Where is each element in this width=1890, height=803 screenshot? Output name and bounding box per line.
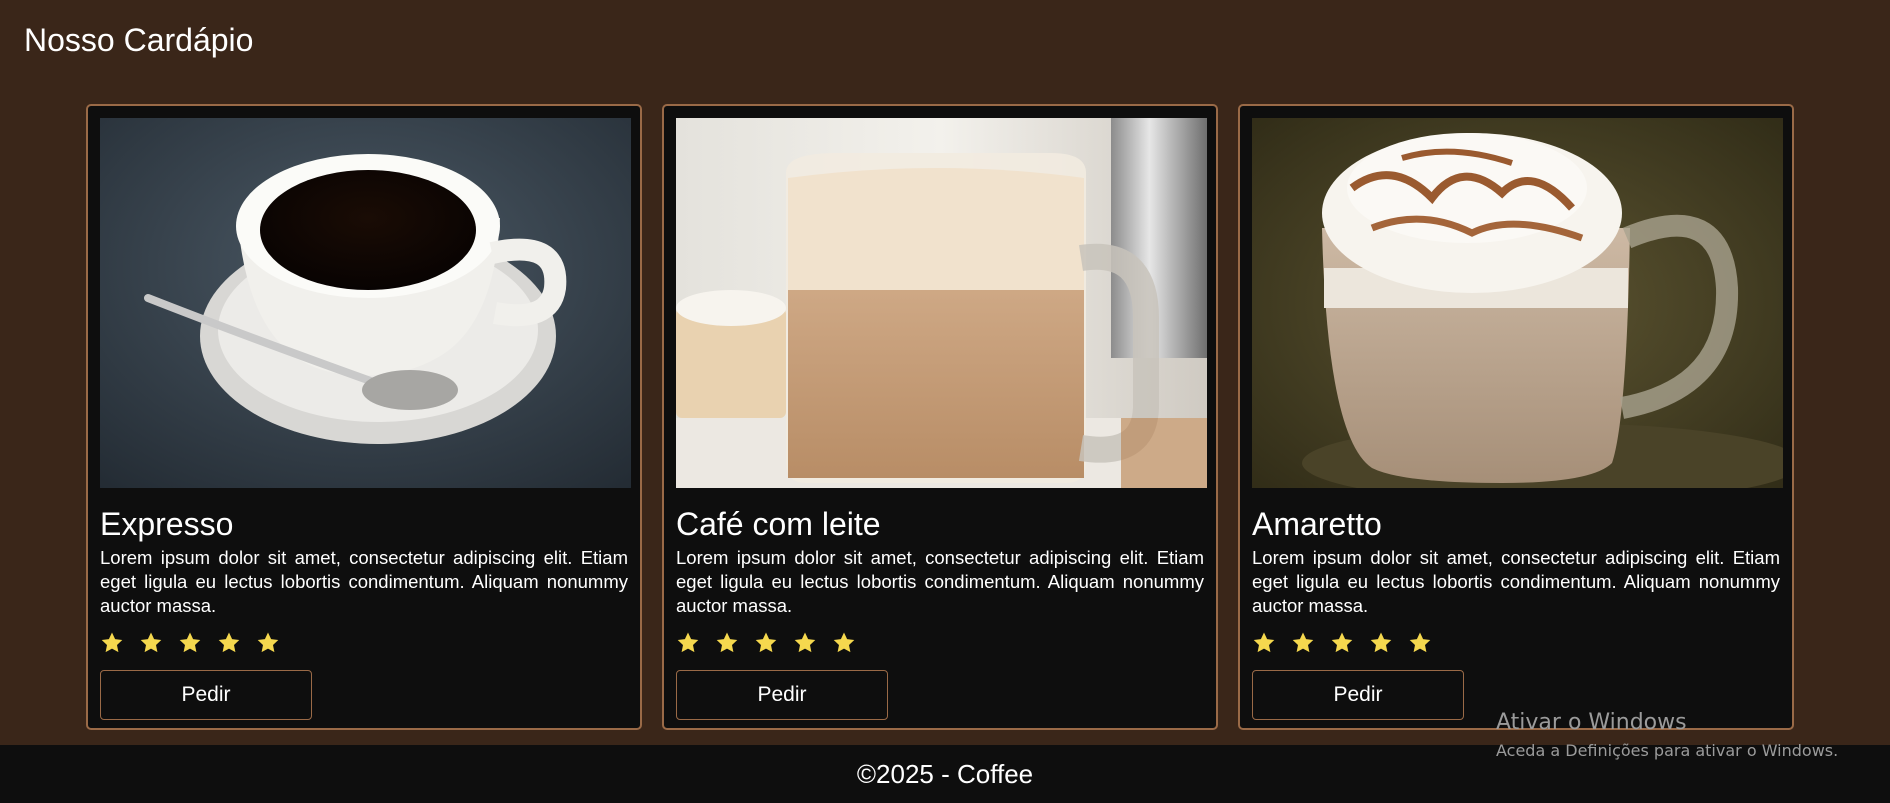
star-icon (833, 632, 855, 653)
menu-card-amaretto: Amaretto Lorem ipsum dolor sit amet, con… (1238, 104, 1794, 730)
star-icon (1409, 632, 1431, 653)
star-icon (716, 632, 738, 653)
footer-copyright: ©2025 - Coffee (856, 758, 1034, 789)
menu-card-expresso: Expresso Lorem ipsum dolor sit amet, con… (86, 104, 642, 730)
card-title: Expresso (100, 506, 234, 542)
star-icon (1331, 632, 1353, 653)
menu-cards: Expresso Lorem ipsum dolor sit amet, con… (86, 104, 1794, 730)
star-rating (100, 631, 628, 656)
star-icon (1253, 632, 1275, 653)
menu-card-cafe-com-leite: Café com leite Lorem ipsum dolor sit ame… (662, 104, 1218, 730)
watermark-subtitle: Aceda a Definições para ativar o Windows… (1496, 741, 1839, 760)
card-description: Lorem ipsum dolor sit amet, consectetur … (100, 547, 628, 616)
espresso-cup-photo (100, 118, 631, 488)
page-title: Nosso Cardápio (24, 22, 254, 58)
order-button[interactable]: Pedir (100, 670, 312, 720)
order-button[interactable]: Pedir (676, 670, 888, 720)
card-title: Café com leite (676, 506, 881, 542)
star-icon (140, 632, 162, 653)
windows-activation-watermark: Ativar o Windows Aceda a Definições para… (1496, 710, 1838, 760)
star-icon (101, 632, 123, 653)
amaretto-mug-photo (1252, 118, 1783, 488)
star-icon (257, 632, 279, 653)
star-icon (218, 632, 240, 653)
star-rating (1252, 631, 1780, 656)
watermark-title: Ativar o Windows (1496, 710, 1687, 735)
order-button[interactable]: Pedir (1252, 670, 1464, 720)
star-rating (676, 631, 1204, 656)
card-title: Amaretto (1252, 506, 1382, 542)
star-icon (1292, 632, 1314, 653)
latte-mug-photo (676, 118, 1207, 488)
card-description: Lorem ipsum dolor sit amet, consectetur … (676, 547, 1204, 616)
star-icon (1370, 632, 1392, 653)
star-icon (677, 632, 699, 653)
star-icon (179, 632, 201, 653)
star-icon (755, 632, 777, 653)
star-icon (794, 632, 816, 653)
card-description: Lorem ipsum dolor sit amet, consectetur … (1252, 547, 1780, 616)
